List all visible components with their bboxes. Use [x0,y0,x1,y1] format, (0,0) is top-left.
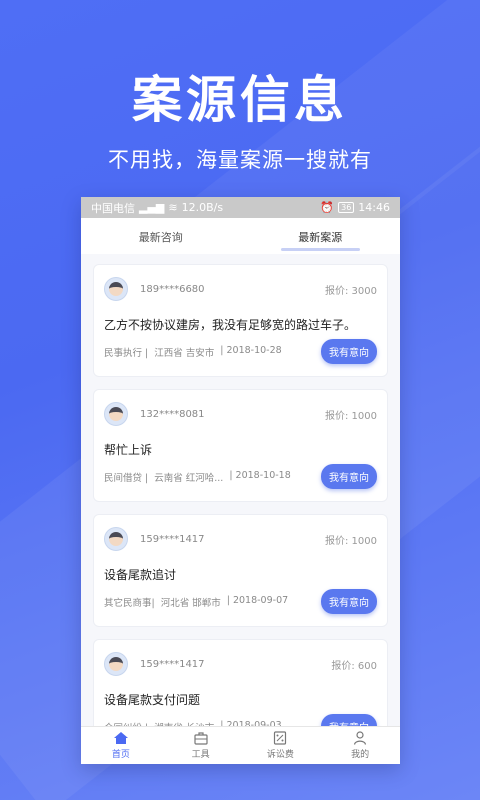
case-location: 河北省 邯郸市 [160,597,221,609]
nav-home[interactable]: 首页 [81,727,161,764]
nav-label: 工具 [191,750,210,760]
case-list: 189****6680 报价: 3000 乙方不按协议建房，我没有足够宽的路过车… [81,254,400,752]
case-location: 云南省 红河哈... [154,472,224,484]
avatar [104,277,128,301]
home-icon [113,732,128,744]
nav-label: 我的 [351,750,370,760]
client-phone: 189****6680 [140,283,205,295]
case-date: | 2018-10-28 [220,344,282,356]
case-title: 乙方不按协议建房，我没有足够宽的路过车子。 [104,318,357,332]
wifi-icon: ≋ [168,201,178,214]
interest-button[interactable]: 我有意向 [321,464,377,489]
avatar [104,402,128,426]
nav-label: 诉讼费 [266,750,294,760]
calculator-icon [274,731,287,745]
case-location: 江西省 吉安市 [154,347,215,359]
case-date: | 2018-10-18 [229,469,291,481]
tab-latest-cases[interactable]: 最新案源 [241,218,401,254]
case-title: 帮忙上诉 [104,443,153,457]
nav-label: 首页 [111,750,130,760]
case-card[interactable]: 189****6680 报价: 3000 乙方不按协议建房，我没有足够宽的路过车… [93,264,388,377]
case-card[interactable]: 159****1417 报价: 1000 设备尾款追讨 其它民商事| 河北省 邯… [93,514,388,627]
hero-subtitle: 不用找，海量案源一搜就有 [108,148,372,172]
carrier-label: 中国电信 [91,201,135,215]
price-label: 报价: 1000 [325,535,377,547]
interest-button[interactable]: 我有意向 [321,589,377,614]
hero-title: 案源信息 [132,71,348,129]
case-title: 设备尾款追讨 [104,568,177,582]
client-phone: 132****8081 [140,408,205,420]
nav-litigation-fee[interactable]: 诉讼费 [241,727,321,764]
network-speed: 12.0B/s [181,201,224,214]
client-phone: 159****1417 [140,533,205,545]
avatar [104,652,128,676]
user-icon [354,731,367,745]
case-category: 民事执行 | [104,347,149,359]
price-label: 报价: 1000 [325,410,377,422]
tab-latest-consultation[interactable]: 最新咨询 [81,218,241,254]
price-label: 报价: 600 [331,660,377,672]
toolbox-icon [194,732,208,745]
phone-screen: 中国电信 ▂▄▆ ≋ 12.0B/s ⏰ 36 14:46 最新咨询 最新案源 … [81,197,400,764]
interest-button[interactable]: 我有意向 [321,339,377,364]
avatar [104,527,128,551]
case-category: 其它民商事| [104,597,155,609]
status-bar: 中国电信 ▂▄▆ ≋ 12.0B/s ⏰ 36 14:46 [81,197,400,218]
battery-icon: 36 [338,202,355,213]
nav-profile[interactable]: 我的 [320,727,400,764]
case-title: 设备尾款支付问题 [104,693,201,707]
client-phone: 159****1417 [140,658,205,670]
signal-icon: ▂▄▆ [139,201,165,214]
price-label: 报价: 3000 [325,285,377,297]
case-card[interactable]: 132****8081 报价: 1000 帮忙上诉 民间借贷 | 云南省 红河哈… [93,389,388,502]
nav-tools[interactable]: 工具 [161,727,241,764]
case-category: 民间借贷 | [104,472,149,484]
tab-bar: 最新咨询 最新案源 [81,218,400,254]
case-date: | 2018-09-07 [226,594,289,606]
bottom-nav: 首页 工具 诉讼费 我的 [81,726,400,764]
alarm-icon: ⏰ [320,201,335,214]
clock: 14:46 [358,201,390,214]
